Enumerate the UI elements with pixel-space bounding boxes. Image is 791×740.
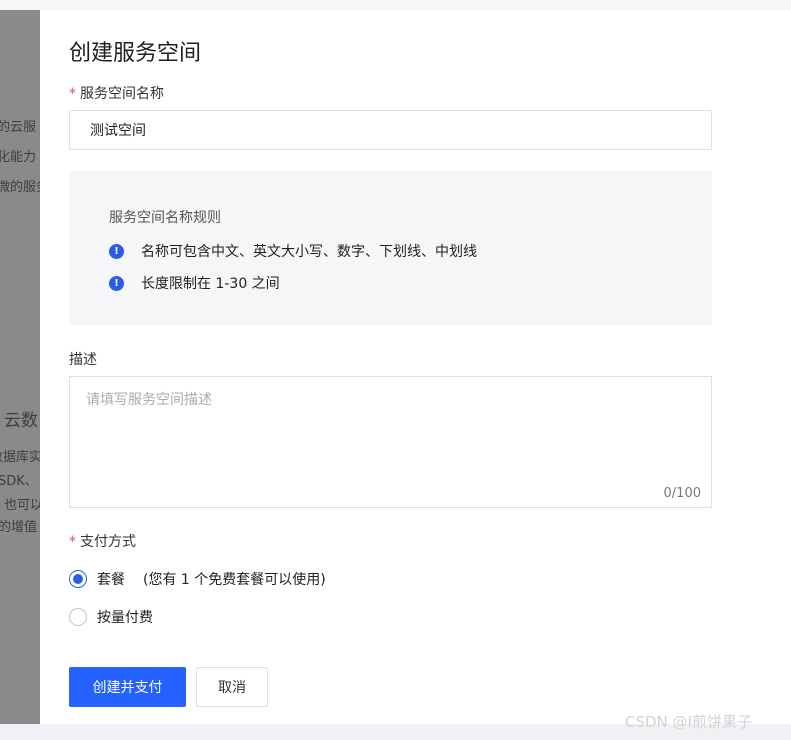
rule-item: ! 长度限制在 1-30 之间 [109, 273, 280, 293]
character-counter: 0/100 [663, 486, 701, 501]
dialog-title: 创建服务空间 [69, 41, 202, 66]
background-text: 数据库实 [0, 450, 40, 465]
create-and-pay-button[interactable]: 创建并支付 [69, 667, 186, 707]
payment-option-package[interactable]: 套餐 (您有 1 个免费套餐可以使用) [69, 569, 326, 589]
background-heading: 云数 [4, 411, 38, 431]
payment-option-label: 套餐 [97, 572, 125, 588]
cancel-button[interactable]: 取消 [196, 667, 268, 707]
radio-checked-icon[interactable] [69, 570, 87, 588]
background-text: 也可以 [4, 498, 40, 513]
watermark: CSDN @I煎饼果子 [625, 713, 752, 731]
description-textarea[interactable] [70, 377, 711, 507]
service-space-name-input[interactable] [69, 110, 712, 150]
required-mark: * [69, 86, 76, 102]
payment-label: * 支付方式 [69, 531, 136, 551]
payment-option-label: 按量付费 [97, 610, 153, 626]
background-text: 的云服 [0, 120, 37, 135]
required-mark: * [69, 534, 76, 550]
exclamation-circle-icon: ! [109, 275, 124, 291]
background-text: SDK、 [0, 474, 38, 489]
name-field-label: * 服务空间名称 [69, 83, 164, 103]
payment-label-text: 支付方式 [80, 534, 136, 550]
name-label-text: 服务空间名称 [80, 86, 164, 102]
free-package-hint: (您有 1 个免费套餐可以使用) [143, 572, 326, 588]
description-field: 0/100 [69, 376, 712, 508]
background-overlay[interactable]: 的云服 化能力 微的服务 云数 数据库实 SDK、 也可以 的增值 [0, 10, 40, 724]
background-text: 微的服务 [0, 180, 40, 195]
background-text: 的增值 [0, 520, 38, 535]
rule-text: 名称可包含中文、英文大小写、数字、下划线、中划线 [141, 244, 477, 260]
top-strip [0, 0, 791, 10]
radio-unchecked-icon[interactable] [69, 608, 87, 626]
rule-text: 长度限制在 1-30 之间 [141, 276, 280, 292]
create-service-space-dialog: 创建服务空间 *服务空间名称 服务空间名称规则 ! 名称可包含中文、英文大小写、… [40, 10, 791, 724]
description-label: 描述 [69, 352, 97, 368]
payment-option-pay-as-you-go[interactable]: 按量付费 [69, 607, 153, 627]
rules-title: 服务空间名称规则 [109, 210, 221, 226]
background-text: 化能力 [0, 150, 37, 165]
rule-item: ! 名称可包含中文、英文大小写、数字、下划线、中划线 [109, 241, 477, 261]
name-rules-panel: 服务空间名称规则 ! 名称可包含中文、英文大小写、数字、下划线、中划线 ! 长度… [69, 170, 712, 326]
exclamation-circle-icon: ! [109, 243, 124, 259]
